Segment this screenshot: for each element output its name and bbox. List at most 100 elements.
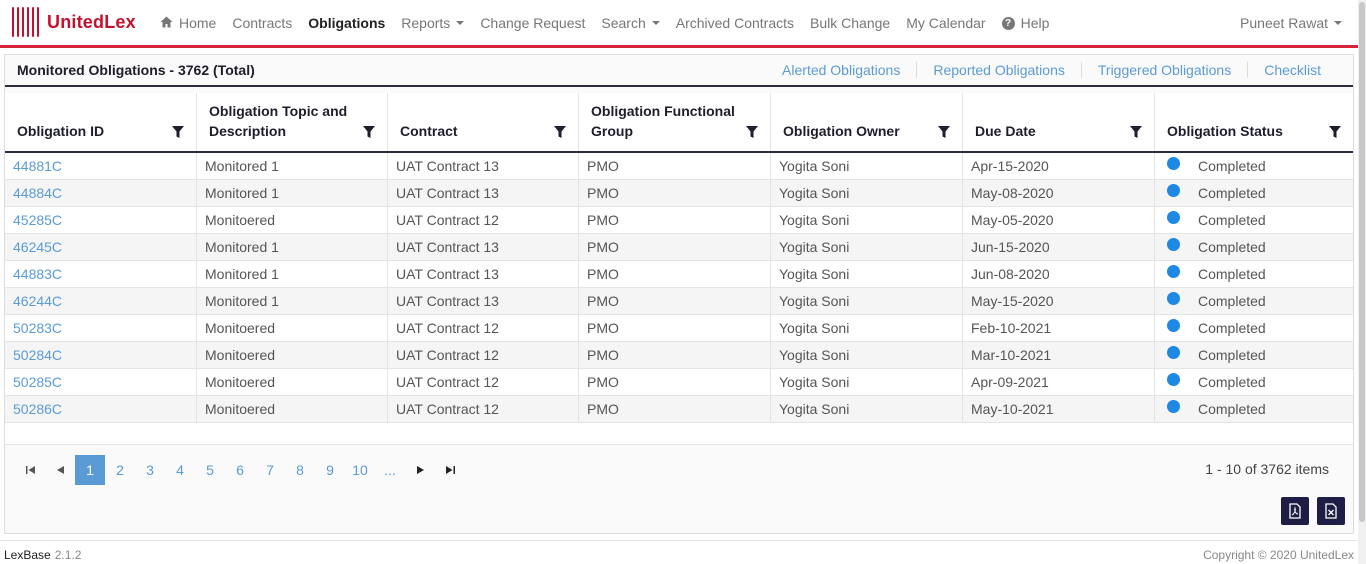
filter-icon[interactable] bbox=[1329, 125, 1341, 138]
status-text: Completed bbox=[1198, 401, 1266, 417]
page-5-button[interactable]: 5 bbox=[195, 455, 225, 485]
home-icon bbox=[160, 15, 173, 31]
obligation-id-link[interactable]: 50283C bbox=[5, 315, 197, 341]
status-text: Completed bbox=[1198, 266, 1266, 282]
nav-item-my-calendar[interactable]: My Calendar bbox=[906, 15, 985, 31]
link-checklist[interactable]: Checklist bbox=[1247, 62, 1337, 78]
page-scrollbar[interactable] bbox=[1358, 0, 1366, 564]
status-dot-icon bbox=[1167, 345, 1180, 359]
obligation-id-link[interactable]: 44881C bbox=[5, 153, 197, 179]
footer-divider bbox=[0, 540, 1358, 541]
column-header-obligation-status[interactable]: Obligation Status bbox=[1155, 93, 1353, 151]
obligation-id-link[interactable]: 45285C bbox=[5, 207, 197, 233]
user-menu[interactable]: Puneet Rawat bbox=[1240, 15, 1342, 31]
table-cell: Completed bbox=[1155, 207, 1353, 233]
filter-icon[interactable] bbox=[363, 125, 375, 138]
table-cell: Yogita Soni bbox=[771, 288, 963, 314]
nav-label: Bulk Change bbox=[810, 15, 891, 31]
nav-item-help[interactable]: ? Help bbox=[1001, 15, 1049, 31]
status-text: Completed bbox=[1198, 293, 1266, 309]
status-text: Completed bbox=[1198, 320, 1266, 336]
nav-item-contracts[interactable]: Contracts bbox=[232, 15, 292, 31]
obligation-id-link[interactable]: 44884C bbox=[5, 180, 197, 206]
table-cell: Jun-15-2020 bbox=[963, 234, 1155, 260]
obligation-id-link[interactable]: 50285C bbox=[5, 369, 197, 395]
obligation-id-link[interactable]: 44883C bbox=[5, 261, 197, 287]
table-cell: Apr-15-2020 bbox=[963, 153, 1155, 179]
nav-item-archived-contracts[interactable]: Archived Contracts bbox=[676, 15, 794, 31]
page-3-button[interactable]: 3 bbox=[135, 455, 165, 485]
link-alerted-obligations[interactable]: Alerted Obligations bbox=[766, 62, 916, 78]
page-more-button[interactable]: ... bbox=[375, 455, 405, 485]
link-triggered-obligations[interactable]: Triggered Obligations bbox=[1080, 62, 1247, 78]
page-8-button[interactable]: 8 bbox=[285, 455, 315, 485]
table-cell: Completed bbox=[1155, 396, 1353, 422]
column-header-contract[interactable]: Contract bbox=[388, 93, 579, 151]
footer-product: LexBase 2.1.2 bbox=[4, 548, 81, 562]
obligation-id-link[interactable]: 46244C bbox=[5, 288, 197, 314]
obligation-id-link[interactable]: 46245C bbox=[5, 234, 197, 260]
page-1-button[interactable]: 1 bbox=[75, 455, 105, 485]
footer-copyright: Copyright © 2020 UnitedLex bbox=[1203, 548, 1354, 562]
nav-item-change-request[interactable]: Change Request bbox=[480, 15, 585, 31]
page-10-button[interactable]: 10 bbox=[345, 455, 375, 485]
status-text: Completed bbox=[1198, 212, 1266, 228]
prev-page-icon[interactable] bbox=[45, 455, 75, 485]
next-page-icon[interactable] bbox=[405, 455, 435, 485]
table-cell: Monitoered bbox=[197, 315, 388, 341]
table-cell: Completed bbox=[1155, 342, 1353, 368]
status-dot-icon bbox=[1167, 291, 1180, 305]
filter-icon[interactable] bbox=[172, 125, 184, 138]
filter-icon[interactable] bbox=[554, 125, 566, 138]
nav-label: Change Request bbox=[480, 15, 586, 31]
page-7-button[interactable]: 7 bbox=[255, 455, 285, 485]
page-6-button[interactable]: 6 bbox=[225, 455, 255, 485]
table-row: 44884C Monitored 1 UAT Contract 13 PMO Yogit… bbox=[5, 180, 1353, 207]
table-cell: Feb-10-2021 bbox=[963, 315, 1155, 341]
filter-icon[interactable] bbox=[746, 125, 758, 138]
obligation-id-link[interactable]: 50286C bbox=[5, 396, 197, 422]
table-cell: PMO bbox=[579, 234, 771, 260]
obligation-id-link[interactable]: 50284C bbox=[5, 342, 197, 368]
page-2-button[interactable]: 2 bbox=[105, 455, 135, 485]
column-header-label: Obligation ID bbox=[17, 123, 105, 139]
table-cell: Monitored 1 bbox=[197, 153, 388, 179]
table-cell: Yogita Soni bbox=[771, 342, 963, 368]
filter-icon[interactable] bbox=[938, 125, 950, 138]
nav-item-reports[interactable]: Reports bbox=[401, 15, 465, 31]
scrollbar-thumb[interactable] bbox=[1359, 2, 1365, 522]
column-header-obligation-topic-and-description[interactable]: Obligation Topic and Description bbox=[197, 93, 388, 151]
export-pdf-button[interactable] bbox=[1281, 497, 1309, 525]
table-cell: Mar-10-2021 bbox=[963, 342, 1155, 368]
help-icon: ? bbox=[1001, 16, 1015, 30]
filter-icon[interactable] bbox=[1130, 125, 1142, 138]
table-cell: Apr-09-2021 bbox=[963, 369, 1155, 395]
column-header-obligation-functional-group[interactable]: Obligation Functional Group bbox=[579, 93, 771, 151]
table-cell: PMO bbox=[579, 153, 771, 179]
nav-item-home[interactable]: Home bbox=[160, 15, 216, 31]
page-4-button[interactable]: 4 bbox=[165, 455, 195, 485]
nav-item-search[interactable]: Search bbox=[601, 15, 660, 31]
table-cell: UAT Contract 12 bbox=[388, 396, 579, 422]
table-cell: Yogita Soni bbox=[771, 180, 963, 206]
export-excel-button[interactable] bbox=[1317, 497, 1345, 525]
link-reported-obligations[interactable]: Reported Obligations bbox=[916, 62, 1081, 78]
column-header-obligation-owner[interactable]: Obligation Owner bbox=[771, 93, 963, 151]
nav-item-bulk-change[interactable]: Bulk Change bbox=[810, 15, 890, 31]
table-cell: Completed bbox=[1155, 315, 1353, 341]
column-header-label: Obligation Owner bbox=[783, 123, 900, 139]
status-text: Completed bbox=[1198, 374, 1266, 390]
table-row: 50286C Monitoered UAT Contract 12 PMO Yogita… bbox=[5, 396, 1353, 423]
brand-logo[interactable]: UnitedLex bbox=[10, 4, 136, 40]
column-header-obligation-id[interactable]: Obligation ID bbox=[5, 93, 197, 151]
nav-item-obligations[interactable]: Obligations bbox=[308, 15, 385, 31]
page-9-button[interactable]: 9 bbox=[315, 455, 345, 485]
first-page-icon[interactable] bbox=[15, 455, 45, 485]
obligations-table: Obligation ID Obligation Topic and Descri… bbox=[5, 93, 1353, 445]
column-header-due-date[interactable]: Due Date bbox=[963, 93, 1155, 151]
table-cell: Completed bbox=[1155, 369, 1353, 395]
table-row: 45285C Monitoered UAT Contract 12 PMO Yogita… bbox=[5, 207, 1353, 234]
table-cell: Yogita Soni bbox=[771, 315, 963, 341]
last-page-icon[interactable] bbox=[435, 455, 465, 485]
status-dot-icon bbox=[1167, 237, 1180, 251]
